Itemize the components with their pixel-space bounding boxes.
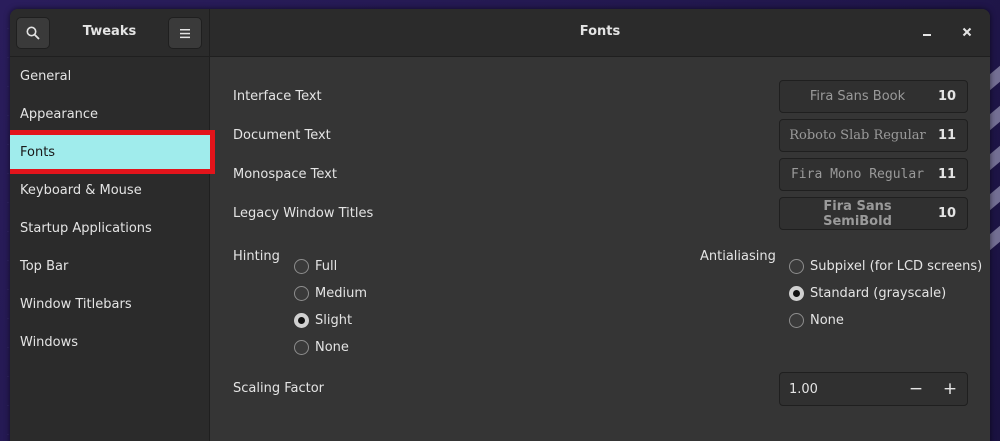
radio-label: Subpixel (for LCD screens): [810, 259, 983, 274]
hinting-option-medium[interactable]: Medium: [294, 286, 367, 301]
scaling-factor-spinbutton[interactable]: 1.00 − +: [779, 372, 968, 406]
fonts-panel: Interface Text Fira Sans Book 10 Documen…: [210, 57, 990, 441]
sidebar-item-window-titlebars[interactable]: Window Titlebars: [10, 285, 209, 323]
radio-label: Full: [315, 259, 338, 274]
minimize-button[interactable]: [914, 19, 940, 45]
font-size: 10: [937, 89, 957, 104]
search-icon: [26, 26, 40, 40]
app-title: Tweaks: [82, 24, 137, 39]
radio-label: Standard (grayscale): [810, 286, 947, 301]
antialiasing-option-none[interactable]: None: [789, 313, 844, 328]
sidebar-item-label: Window Titlebars: [20, 296, 132, 312]
antialiasing-option-subpixel[interactable]: Subpixel (for LCD screens): [789, 259, 982, 274]
hinting-option-full[interactable]: Full: [294, 259, 337, 274]
radio-button[interactable]: [789, 313, 804, 328]
hinting-option-none[interactable]: None: [294, 340, 349, 355]
font-size: 11: [937, 128, 957, 143]
sidebar-item-label: Top Bar: [20, 258, 69, 274]
interface-text-label: Interface Text: [233, 89, 322, 104]
antialiasing-label: Antialiasing: [700, 249, 776, 264]
radio-button[interactable]: [294, 286, 309, 301]
sidebar-item-top-bar[interactable]: Top Bar: [10, 247, 209, 285]
sidebar-item-label: General: [20, 68, 72, 84]
legacy-titles-font-button[interactable]: Fira Sans SemiBold 10: [779, 197, 968, 230]
sidebar: General Appearance Fonts Keyboard & Mous…: [10, 57, 215, 441]
main-headerbar: Fonts: [210, 9, 990, 57]
sidebar-item-windows[interactable]: Windows: [10, 323, 209, 361]
font-name: Fira Mono Regular: [790, 167, 925, 182]
sidebar-item-label: Windows: [20, 334, 79, 350]
radio-label: None: [810, 313, 844, 328]
radio-label: Slight: [315, 313, 353, 328]
close-button[interactable]: [954, 19, 980, 45]
search-button[interactable]: [16, 17, 50, 49]
sidebar-headerbar: Tweaks: [10, 9, 210, 57]
decrease-button[interactable]: −: [899, 379, 933, 399]
interface-font-button[interactable]: Fira Sans Book 10: [779, 80, 968, 113]
close-icon: [962, 27, 972, 37]
sidebar-item-general[interactable]: General: [10, 57, 209, 95]
page-title: Fonts: [579, 24, 621, 39]
monospace-text-label: Monospace Text: [233, 167, 337, 182]
increase-button[interactable]: +: [933, 379, 967, 399]
radio-button-checked[interactable]: [294, 313, 309, 328]
monospace-font-button[interactable]: Fira Mono Regular 11: [779, 158, 968, 191]
minimize-icon: [923, 34, 931, 36]
font-name: Fira Sans SemiBold: [823, 198, 892, 229]
radio-label: Medium: [315, 286, 367, 301]
antialiasing-option-standard[interactable]: Standard (grayscale): [789, 286, 946, 301]
hamburger-menu-icon: [180, 28, 190, 38]
sidebar-item-label: Startup Applications: [20, 220, 152, 236]
hinting-label: Hinting: [233, 249, 280, 264]
radio-button-checked[interactable]: [789, 286, 804, 301]
legacy-window-titles-label: Legacy Window Titles: [233, 206, 374, 221]
scaling-factor-label: Scaling Factor: [233, 381, 325, 396]
hinting-option-slight[interactable]: Slight: [294, 313, 352, 328]
font-size: 11: [937, 167, 957, 182]
document-font-button[interactable]: Roboto Slab Regular 11: [779, 119, 968, 152]
radio-button[interactable]: [294, 340, 309, 355]
radio-button[interactable]: [789, 259, 804, 274]
sidebar-item-fonts[interactable]: Fonts: [10, 130, 215, 174]
sidebar-item-appearance[interactable]: Appearance: [10, 95, 209, 133]
sidebar-item-label: Appearance: [20, 106, 99, 122]
font-name: Fira Sans Book: [809, 89, 906, 104]
sidebar-item-label: Fonts: [20, 144, 56, 160]
menu-button[interactable]: [168, 17, 202, 49]
sidebar-item-label: Keyboard & Mouse: [20, 182, 142, 198]
radio-button[interactable]: [294, 259, 309, 274]
sidebar-item-keyboard-mouse[interactable]: Keyboard & Mouse: [10, 171, 209, 209]
document-text-label: Document Text: [233, 128, 331, 143]
sidebar-item-startup-applications[interactable]: Startup Applications: [10, 209, 209, 247]
font-name: Roboto Slab Regular: [789, 128, 926, 143]
font-size: 10: [937, 206, 957, 221]
scaling-factor-value[interactable]: 1.00: [780, 382, 899, 397]
radio-label: None: [315, 340, 349, 355]
tweaks-window: Tweaks Fonts General Appearance Fonts Ke: [10, 9, 990, 441]
